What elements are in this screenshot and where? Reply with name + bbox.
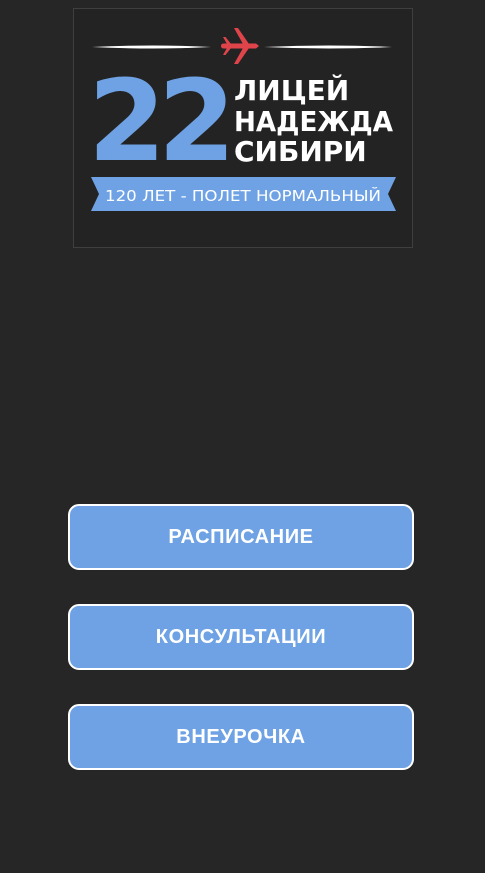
left-stroke	[92, 45, 211, 49]
consultations-button[interactable]: КОНСУЛЬТАЦИИ	[68, 604, 414, 670]
logo-line-3: СИБИРИ	[234, 135, 367, 168]
logo-number: 22	[88, 57, 228, 187]
extracurricular-button[interactable]: ВНЕУРОЧКА	[68, 704, 414, 770]
logo-graphic: 22 ЛИЦЕЙ НАДЕЖДА СИБИРИ 120 ЛЕТ - ПОЛЕТ …	[88, 28, 396, 211]
logo-line-2: НАДЕЖДА	[234, 105, 393, 138]
logo-line-1: ЛИЦЕЙ	[234, 73, 349, 107]
right-stroke	[264, 45, 392, 49]
schedule-button[interactable]: РАСПИСАНИЕ	[68, 504, 414, 570]
school-logo: 22 ЛИЦЕЙ НАДЕЖДА СИБИРИ 120 ЛЕТ - ПОЛЕТ …	[73, 8, 413, 248]
logo-banner-text: 120 ЛЕТ - ПОЛЕТ НОРМАЛЬНЫЙ	[105, 186, 381, 205]
